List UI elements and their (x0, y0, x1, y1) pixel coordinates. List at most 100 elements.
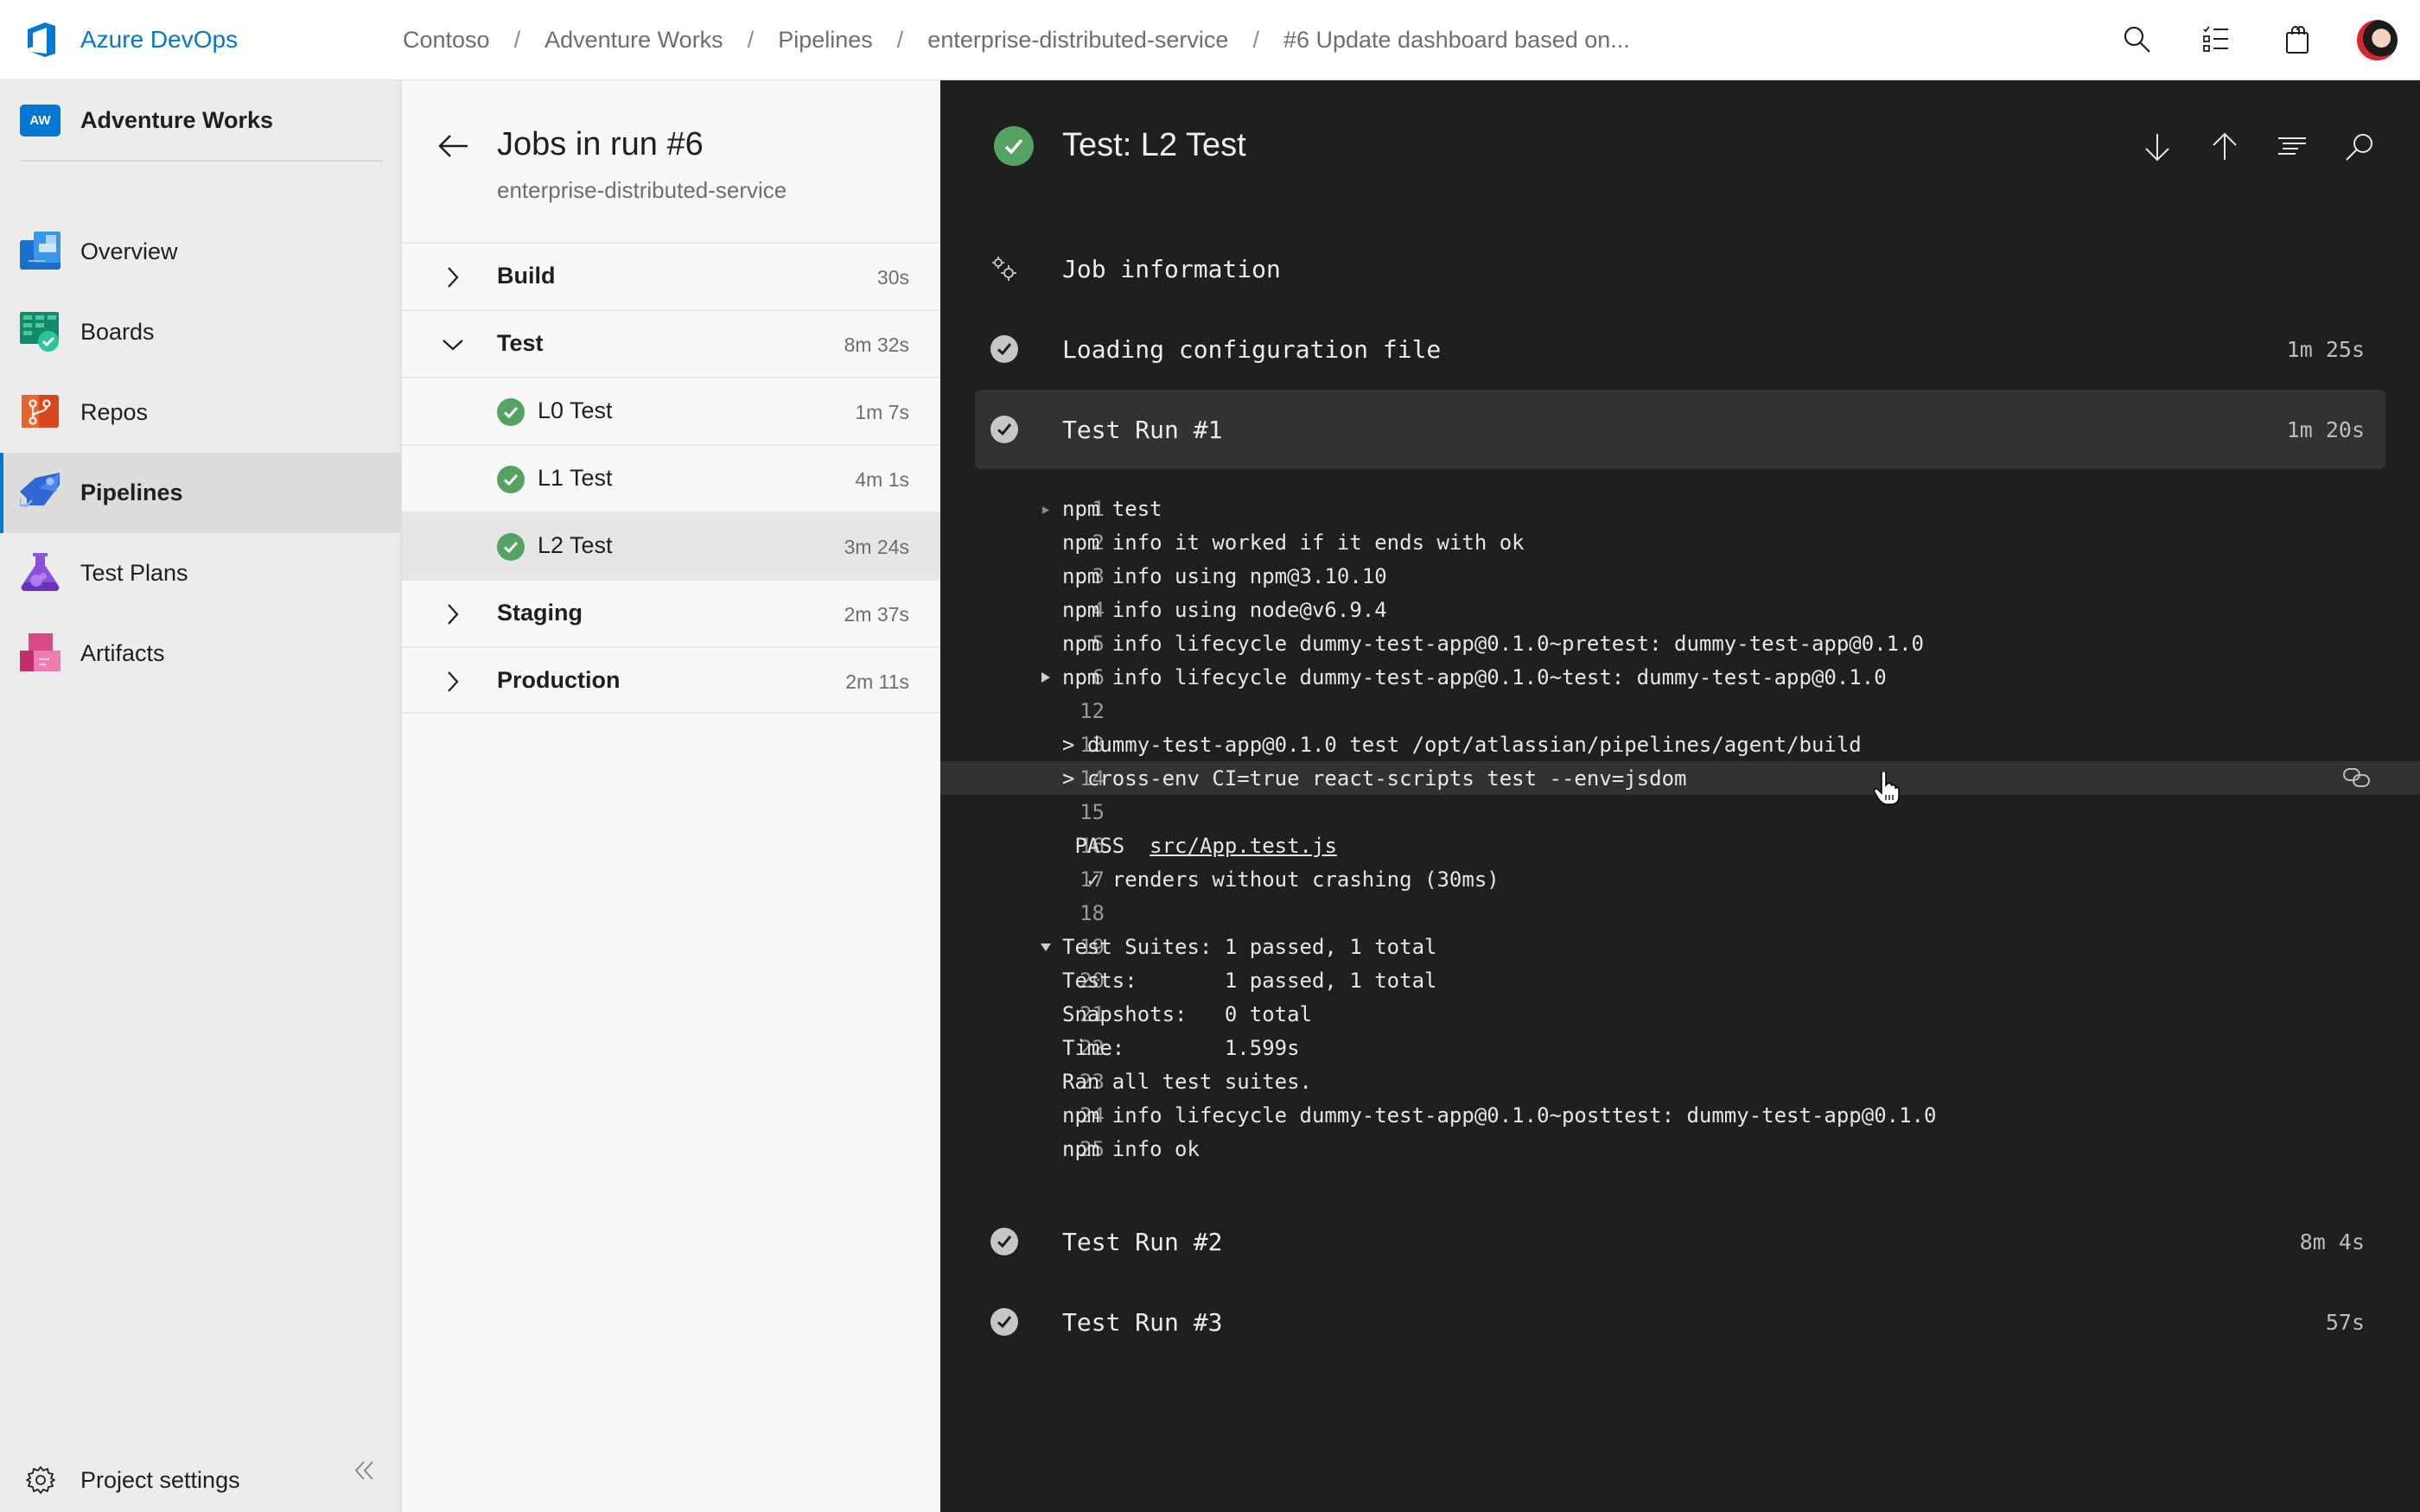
project-switcher[interactable]: AW Adventure Works (20, 101, 273, 139)
azure-devops-logo-icon[interactable] (24, 21, 59, 59)
log-line[interactable]: 2 npm info it worked if it ends with ok (940, 525, 2420, 559)
line-number[interactable]: 15 (1079, 800, 1105, 824)
stage-name: Build (497, 263, 556, 289)
check-circle-icon (990, 416, 1018, 443)
log-line[interactable]: 16 PASS src/App.test.js (940, 829, 2420, 862)
log-line[interactable]: 5 npm info lifecycle dummy-test-app@0.1.0… (940, 626, 2420, 660)
step-title: Test Run #1 (1062, 415, 1223, 444)
project-settings-button[interactable]: Project settings (0, 1450, 400, 1510)
log-search-button[interactable] (2340, 128, 2379, 166)
log-line[interactable]: 21 Snapshots: 0 total (940, 997, 2420, 1031)
log-line-text: > dummy-test-app@0.1.0 test /opt/atlassi… (1062, 733, 1862, 757)
step-duration: 8m 4s (2299, 1229, 2365, 1255)
sidebar-item-repos[interactable]: Repos (0, 372, 400, 453)
log-file-link[interactable]: src/App.test.js (1150, 834, 1337, 858)
breadcrumb-item-org[interactable]: Contoso (403, 27, 490, 54)
log-line-text: ✓ renders without crashing (30ms) (1062, 867, 1500, 892)
breadcrumb-item-project[interactable]: Adventure Works (544, 27, 723, 54)
chevron-right-icon (448, 604, 459, 625)
log-line[interactable]: 20 Tests: 1 passed, 1 total (940, 963, 2420, 997)
stage-duration: 2m 37s (844, 603, 909, 626)
log-line-text: PASS src/App.test.js (1062, 834, 1337, 858)
work-items-button[interactable] (2198, 21, 2236, 59)
sidebar-item-overview[interactable]: Overview (0, 212, 400, 292)
search-icon (2124, 26, 2150, 53)
log-text: > dummy-test-app@0.1.0 test /opt/atlassi… (1062, 732, 1862, 757)
success-check-icon (994, 126, 1034, 166)
log-text: Snapshots: 0 total (1062, 1001, 1312, 1026)
step-title: Job information (1062, 254, 1281, 283)
jobs-title: Jobs in run #6 (497, 126, 704, 162)
back-arrow-icon[interactable] (436, 129, 471, 163)
log-line[interactable]: 23 Ran all test suites. (940, 1064, 2420, 1098)
breadcrumb-item-pipeline[interactable]: enterprise-distributed-service (927, 27, 1228, 54)
log-line[interactable]: 25 npm info ok (940, 1132, 2420, 1166)
filter-button[interactable] (2273, 128, 2311, 166)
collapse-sidebar-button[interactable] (350, 1456, 379, 1485)
log-line[interactable]: 12 (940, 694, 2420, 727)
step-test-run-2[interactable]: Test Run #2 8m 4s (975, 1202, 2385, 1281)
log-line[interactable]: 4 npm info using node@v6.9.4 (940, 593, 2420, 626)
job-duration: 3m 24s (844, 536, 909, 558)
job-row-l0-test[interactable]: L0 Test 1m 7s (402, 377, 940, 444)
sidebar-item-boards[interactable]: Boards (0, 292, 400, 372)
stage-row-build[interactable]: Build 30s (402, 242, 940, 309)
step-test-run-1[interactable]: Test Run #1 1m 20s (975, 390, 2385, 469)
sidebar-item-test-plans[interactable]: Test Plans (0, 533, 400, 613)
log-line[interactable]: 17 ✓ renders without crashing (30ms) (940, 862, 2420, 896)
log-line[interactable]: 18 (940, 896, 2420, 930)
stage-row-staging[interactable]: Staging 2m 37s (402, 579, 940, 646)
brand-name[interactable]: Azure DevOps (80, 24, 238, 55)
step-job-information[interactable]: Job information (975, 229, 2385, 308)
step-test-run-3[interactable]: Test Run #3 57s (975, 1282, 2385, 1362)
log-line[interactable]: 19 Test Suites: 1 passed, 1 total (940, 930, 2420, 963)
copy-link-icon[interactable] (2342, 766, 2372, 789)
artifacts-icon (20, 633, 60, 671)
breadcrumb-separator: / (747, 26, 755, 53)
jobs-subtitle: enterprise-distributed-service (497, 177, 787, 203)
step-title: Loading configuration file (1062, 334, 1442, 364)
stage-row-production[interactable]: Production 2m 11s (402, 646, 940, 714)
success-check-icon (497, 398, 525, 426)
log-text: npm info lifecycle dummy-test-app@0.1.0~… (1062, 1102, 1937, 1128)
sidebar-item-artifacts[interactable]: Artifacts (0, 613, 400, 694)
pipelines-icon (20, 473, 60, 508)
breadcrumb-item-pipelines[interactable]: Pipelines (778, 27, 873, 54)
sidebar-item-pipelines[interactable]: Pipelines (0, 453, 400, 533)
log-line-text: npm test (1062, 497, 1162, 521)
filter-icon (2278, 137, 2306, 155)
line-number[interactable]: 12 (1079, 699, 1105, 723)
log-line-text: Tests: 1 passed, 1 total (1062, 969, 1436, 993)
user-avatar[interactable] (2357, 20, 2398, 60)
scroll-to-bottom-button[interactable] (2138, 128, 2176, 166)
log-line-text: Snapshots: 0 total (1062, 1002, 1312, 1026)
job-row-l2-test[interactable]: L2 Test 3m 24s (402, 511, 940, 579)
stage-name: Production (497, 667, 621, 693)
log-line[interactable]: 13 > dummy-test-app@0.1.0 test /opt/atlas… (940, 727, 2420, 761)
log-line-text: > cross-env CI=true react-scripts test -… (1062, 766, 1686, 791)
log-line[interactable]: 1 npm test (940, 492, 2420, 525)
log-line[interactable]: 24 npm info lifecycle dummy-test-app@0.1.… (940, 1098, 2420, 1132)
success-check-icon (497, 533, 525, 561)
triangle-right-icon[interactable] (1040, 671, 1052, 683)
log-line[interactable]: 6 npm info lifecycle dummy-test-app@0.1.0… (940, 660, 2420, 694)
log-line[interactable]: 3 npm info using npm@3.10.10 (940, 559, 2420, 593)
log-line-text: npm info ok (1062, 1137, 1200, 1161)
marketplace-button[interactable] (2278, 21, 2316, 59)
jobs-panel: Jobs in run #6 enterprise-distributed-se… (402, 80, 940, 1512)
log-line[interactable]: 14 > cross-env CI=true react-scripts test… (940, 761, 2420, 795)
log-output: 1 npm test 2 npm info it worked if it ends … (940, 492, 2420, 1166)
breadcrumb-item-run[interactable]: #6 Update dashboard based on... (1283, 27, 1630, 54)
line-number[interactable]: 18 (1079, 901, 1105, 925)
triangle-down-icon[interactable] (1040, 941, 1052, 953)
stage-row-test[interactable]: Test 8m 32s (402, 309, 940, 377)
log-line-text: npm info lifecycle dummy-test-app@0.1.0~… (1062, 1103, 1936, 1128)
job-row-l1-test[interactable]: L1 Test 4m 1s (402, 444, 940, 511)
triangle-right-icon[interactable] (1040, 503, 1052, 515)
log-line[interactable]: 22 Time: 1.599s (940, 1031, 2420, 1064)
scroll-to-top-button[interactable] (2206, 128, 2244, 166)
log-line[interactable]: 15 (940, 795, 2420, 829)
search-button[interactable] (2118, 21, 2156, 59)
check-circle-icon (990, 335, 1018, 363)
step-loading-configuration[interactable]: Loading configuration file 1m 25s (975, 309, 2385, 389)
